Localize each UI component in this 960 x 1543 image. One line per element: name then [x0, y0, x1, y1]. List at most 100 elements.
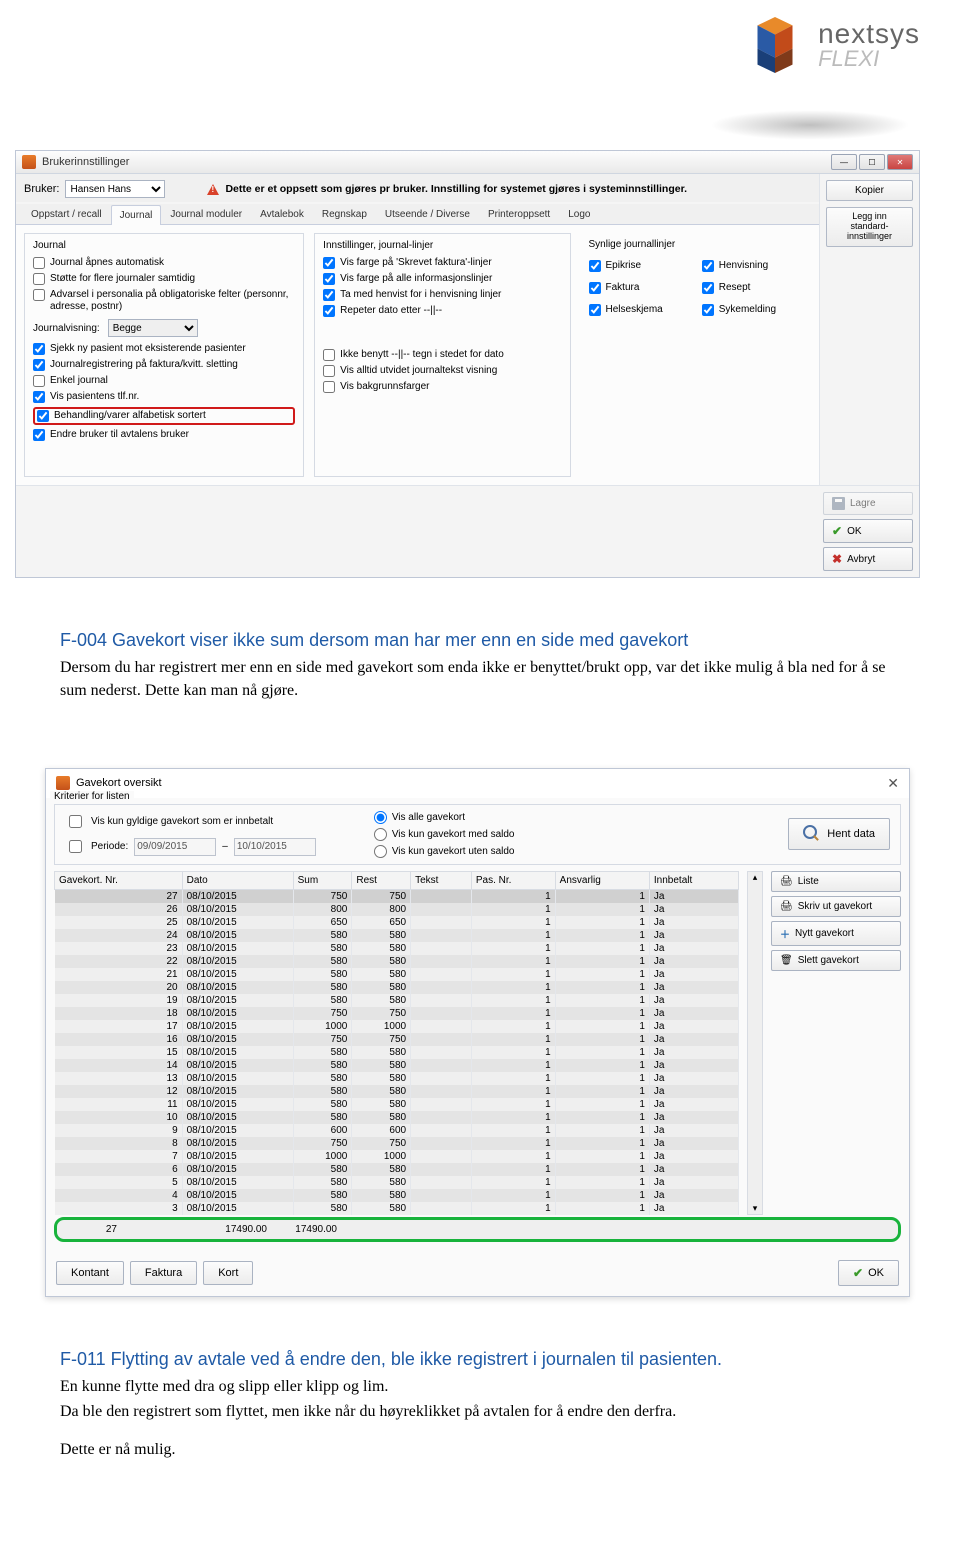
journal2-checkbox-0[interactable]: [33, 343, 45, 355]
radio-1[interactable]: [374, 828, 387, 841]
kontant-button[interactable]: Kontant: [56, 1261, 124, 1285]
scroll-down-icon[interactable]: ▾: [753, 1203, 758, 1214]
journal-checkbox-1[interactable]: [33, 273, 45, 285]
hent-data-button[interactable]: Hent data: [788, 818, 890, 850]
user-select[interactable]: Hansen Hans: [65, 180, 165, 198]
date-from[interactable]: [134, 838, 216, 856]
table-row[interactable]: 308/10/201558058011Ja: [55, 1202, 739, 1215]
tab-oppstart-recall[interactable]: Oppstart / recall: [22, 204, 111, 224]
journal-checkbox-2[interactable]: [33, 289, 45, 301]
tab-journal-moduler[interactable]: Journal moduler: [161, 204, 251, 224]
synlige-label-4: Helseskjema: [606, 304, 663, 316]
avbryt-button[interactable]: ✖ Avbryt: [823, 547, 913, 571]
journalvisning-select[interactable]: Begge: [108, 319, 198, 337]
col-header[interactable]: Pas. Nr.: [471, 871, 555, 889]
col-header[interactable]: Tekst: [411, 871, 472, 889]
tab-avtalebok[interactable]: Avtalebok: [251, 204, 313, 224]
ok-button[interactable]: ✔ OK: [823, 519, 913, 543]
synlige-checkbox-4[interactable]: [589, 304, 601, 316]
table-row[interactable]: 2008/10/201558058011Ja: [55, 981, 739, 994]
tab-regnskap[interactable]: Regnskap: [313, 204, 376, 224]
linjer2-checkbox-2[interactable]: [323, 381, 335, 393]
table-row[interactable]: 2108/10/201558058011Ja: [55, 968, 739, 981]
synlige-checkbox-5[interactable]: [702, 304, 714, 316]
col-header[interactable]: Rest: [352, 871, 411, 889]
slett-gavekort-button[interactable]: 🗑 Slett gavekort: [771, 950, 901, 971]
tab-printeroppsett[interactable]: Printeroppsett: [479, 204, 559, 224]
tab-journal[interactable]: Journal: [111, 205, 162, 225]
journal2-checkbox-2[interactable]: [33, 375, 45, 387]
linjer-checkbox-2[interactable]: [323, 289, 335, 301]
journal2-checkbox-1[interactable]: [33, 359, 45, 371]
table-row[interactable]: 608/10/201558058011Ja: [55, 1163, 739, 1176]
col-header[interactable]: Sum: [293, 871, 352, 889]
linjer-checkbox-1[interactable]: [323, 273, 335, 285]
checkbox-gyldige[interactable]: [69, 815, 82, 828]
table-row[interactable]: 1008/10/201558058011Ja: [55, 1111, 739, 1124]
linjer2-checkbox-1[interactable]: [323, 365, 335, 377]
maximize-button[interactable]: ☐: [859, 154, 885, 170]
liste-button[interactable]: 🖨 Liste: [771, 871, 901, 892]
table-row[interactable]: 1708/10/20151000100011Ja: [55, 1020, 739, 1033]
journal2-checkbox-5[interactable]: [33, 429, 45, 441]
linjer-checkbox-3[interactable]: [323, 305, 335, 317]
journal2-checkbox-3[interactable]: [33, 391, 45, 403]
date-to[interactable]: [234, 838, 316, 856]
table-row[interactable]: 2508/10/201565065011Ja: [55, 916, 739, 929]
col-header[interactable]: Innbetalt: [649, 871, 738, 889]
table-row[interactable]: 2708/10/201575075011Ja: [55, 889, 739, 903]
ok-button[interactable]: ✔ OK: [838, 1260, 899, 1286]
table-row[interactable]: 2408/10/201558058011Ja: [55, 929, 739, 942]
nytt-gavekort-button[interactable]: ＋ Nytt gavekort: [771, 921, 901, 946]
table-row[interactable]: 1608/10/201575075011Ja: [55, 1033, 739, 1046]
table-row[interactable]: 2608/10/201580080011Ja: [55, 903, 739, 916]
linjer-checkbox-0[interactable]: [323, 257, 335, 269]
article-heading: F-011 Flytting av avtale ved å endre den…: [60, 1347, 900, 1372]
table-row[interactable]: 1208/10/201558058011Ja: [55, 1085, 739, 1098]
kopier-button[interactable]: Kopier: [826, 180, 913, 201]
table-row[interactable]: 1108/10/201558058011Ja: [55, 1098, 739, 1111]
synlige-checkbox-1[interactable]: [702, 260, 714, 272]
col-header[interactable]: Gavekort. Nr.: [55, 871, 183, 889]
journal-checkbox-0[interactable]: [33, 257, 45, 269]
table-row[interactable]: 1308/10/201558058011Ja: [55, 1072, 739, 1085]
table-row[interactable]: 908/10/201560060011Ja: [55, 1124, 739, 1137]
checkbox-periode[interactable]: [69, 840, 82, 853]
close-button[interactable]: ✕: [887, 154, 913, 170]
radio-0[interactable]: [374, 811, 387, 824]
close-button[interactable]: ✕: [887, 775, 899, 792]
std-settings-button[interactable]: Legg inn standard-innstillinger: [826, 207, 913, 247]
table-row[interactable]: 508/10/201558058011Ja: [55, 1176, 739, 1189]
radio-label-2: Vis kun gavekort uten saldo: [392, 846, 515, 857]
skriv-ut-button[interactable]: 🖨 Skriv ut gavekort: [771, 896, 901, 917]
save-icon: [832, 497, 845, 510]
kort-button[interactable]: Kort: [203, 1261, 253, 1285]
table-row[interactable]: 1808/10/201575075011Ja: [55, 1007, 739, 1020]
col-header[interactable]: Ansvarlig: [555, 871, 649, 889]
table-row[interactable]: 1908/10/201558058011Ja: [55, 994, 739, 1007]
radio-2[interactable]: [374, 845, 387, 858]
table-row[interactable]: 408/10/201558058011Ja: [55, 1189, 739, 1202]
synlige-checkbox-2[interactable]: [589, 282, 601, 294]
lagre-button[interactable]: Lagre: [823, 492, 913, 515]
table-row[interactable]: 1508/10/201558058011Ja: [55, 1046, 739, 1059]
faktura-button[interactable]: Faktura: [130, 1261, 197, 1285]
table-row[interactable]: 708/10/20151000100011Ja: [55, 1150, 739, 1163]
synlige-checkbox-3[interactable]: [702, 282, 714, 294]
table-row[interactable]: 808/10/201575075011Ja: [55, 1137, 739, 1150]
linjer2-checkbox-0[interactable]: [323, 349, 335, 361]
group-journal-title: Journal: [33, 240, 295, 251]
scrollbar[interactable]: ▴ ▾: [747, 871, 763, 1215]
minimize-button[interactable]: —: [831, 154, 857, 170]
journal2-checkbox-4[interactable]: [37, 410, 49, 422]
table-row[interactable]: 2308/10/201558058011Ja: [55, 942, 739, 955]
article-heading: F-004 Gavekort viser ikke sum dersom man…: [60, 628, 900, 653]
col-header[interactable]: Dato: [182, 871, 293, 889]
table-row[interactable]: 1408/10/201558058011Ja: [55, 1059, 739, 1072]
tab-utseende-diverse[interactable]: Utseende / Diverse: [376, 204, 479, 224]
synlige-checkbox-0[interactable]: [589, 260, 601, 272]
table-row[interactable]: 2208/10/201558058011Ja: [55, 955, 739, 968]
scroll-up-icon[interactable]: ▴: [753, 872, 758, 883]
user-label: Bruker:: [24, 183, 59, 195]
tab-logo[interactable]: Logo: [559, 204, 599, 224]
